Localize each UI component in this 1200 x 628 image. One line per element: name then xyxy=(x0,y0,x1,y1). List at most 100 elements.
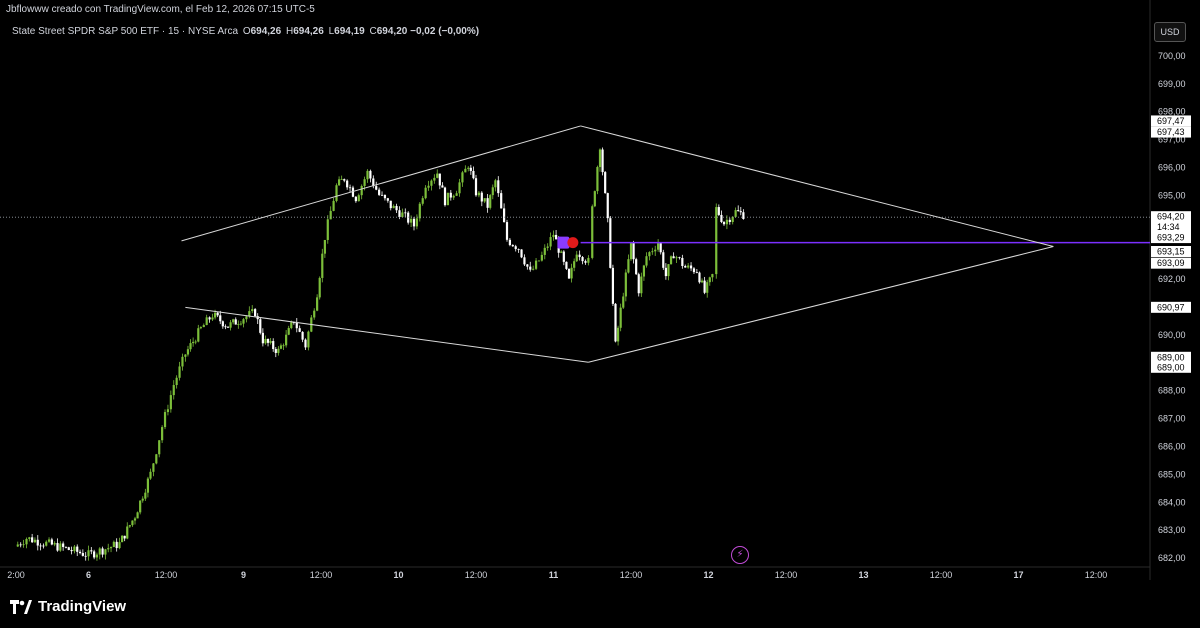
event-marker-icon[interactable] xyxy=(567,237,579,249)
candle-body xyxy=(205,317,208,326)
candle-body xyxy=(234,319,237,325)
candle-body xyxy=(272,341,275,350)
candle-body xyxy=(120,535,124,543)
candle-body xyxy=(537,260,541,262)
lightning-icon[interactable]: ⚡ xyxy=(731,546,749,564)
candle-body xyxy=(728,219,731,223)
candle-body xyxy=(109,547,113,549)
candle-body xyxy=(126,526,129,539)
candle-body xyxy=(491,187,494,196)
candle-body xyxy=(446,192,450,206)
candle-body xyxy=(42,545,45,547)
x-tick-label: 12 xyxy=(703,570,713,580)
candle-body xyxy=(472,170,475,179)
candle-body xyxy=(678,257,681,259)
x-tick-label: 12:00 xyxy=(465,570,488,580)
candle-body xyxy=(383,194,387,199)
candle-body xyxy=(494,180,497,188)
candle-body xyxy=(78,551,82,554)
candle-body xyxy=(87,550,90,557)
candle-body xyxy=(659,243,662,253)
candle-body xyxy=(443,187,447,206)
candle-body xyxy=(739,211,742,213)
candle-body xyxy=(22,544,25,546)
candle-body xyxy=(587,257,590,263)
candle-body xyxy=(407,212,410,223)
candle-body xyxy=(166,409,170,413)
candle-body xyxy=(449,192,452,198)
candle-body xyxy=(517,249,520,250)
candle-body xyxy=(112,541,115,548)
candle-body xyxy=(184,354,187,357)
price-badge-label: 693,09 xyxy=(1157,258,1185,268)
price-badge-label: 690,97 xyxy=(1157,302,1185,312)
candle-body xyxy=(343,179,346,181)
candle-body xyxy=(430,180,433,186)
y-tick-label: 699,00 xyxy=(1158,79,1186,89)
candle-body xyxy=(316,297,319,311)
candle-body xyxy=(438,173,441,186)
candle-body xyxy=(346,180,349,188)
x-tick-label: 12:00 xyxy=(620,570,643,580)
candle-body xyxy=(717,207,720,215)
trendline[interactable] xyxy=(185,306,589,363)
candle-body xyxy=(657,243,660,250)
candle-body xyxy=(500,193,503,209)
candle-body xyxy=(703,280,706,293)
candle-body xyxy=(192,341,195,344)
candle-body xyxy=(624,272,627,297)
candle-body xyxy=(578,254,581,258)
candle-body xyxy=(505,222,509,240)
drawings-layer[interactable] xyxy=(0,125,1150,363)
candle-body xyxy=(175,377,178,386)
candle-body xyxy=(101,548,104,555)
price-chart[interactable]: 682,00 683,00 684,00 685,00 686,00 687,00 688,… xyxy=(0,0,1200,628)
candle-body xyxy=(514,246,517,250)
candle-body xyxy=(552,234,555,238)
candle-body xyxy=(722,222,726,225)
candle-body xyxy=(348,187,352,189)
candle-body xyxy=(469,167,472,171)
trendline[interactable] xyxy=(580,125,1054,247)
candle-body xyxy=(695,272,698,273)
candle-body xyxy=(33,539,37,543)
candle-body xyxy=(508,239,512,246)
candle-body xyxy=(181,356,184,367)
candle-body xyxy=(123,535,126,539)
candle-body xyxy=(692,268,696,273)
candle-body xyxy=(395,205,398,211)
candle-body xyxy=(287,328,290,335)
x-tick-label: 12:00 xyxy=(155,570,178,580)
candle-body xyxy=(226,326,230,328)
candle-body xyxy=(720,214,723,223)
x-tick-label: 9 xyxy=(241,570,246,580)
candle-body xyxy=(301,331,304,340)
trendline[interactable] xyxy=(588,246,1054,363)
candle-body xyxy=(581,257,584,262)
trendline[interactable] xyxy=(181,125,581,242)
candle-body xyxy=(261,332,264,344)
candle-body xyxy=(178,366,181,378)
candle-body xyxy=(163,412,167,428)
candle-body xyxy=(486,198,489,208)
candle-body xyxy=(567,268,571,279)
countdown-label: 14:34 xyxy=(1157,222,1180,232)
candle-body xyxy=(642,265,646,277)
candle-body xyxy=(161,427,164,441)
candle-body xyxy=(279,345,283,349)
tradingview-logo-icon xyxy=(10,599,32,614)
candle-body xyxy=(202,325,205,328)
candle-body xyxy=(199,327,202,329)
candle-body xyxy=(28,537,31,539)
candle-body xyxy=(211,317,214,320)
candle-body xyxy=(591,206,594,258)
x-tick-label: 11 xyxy=(549,570,559,580)
candle-body xyxy=(392,205,395,209)
candle-body xyxy=(70,549,73,552)
candle-body xyxy=(335,185,338,201)
candle-body xyxy=(313,310,316,318)
candle-body xyxy=(98,548,101,555)
candle-body xyxy=(467,167,470,169)
candle-body xyxy=(221,321,224,327)
candle-body xyxy=(219,315,222,322)
